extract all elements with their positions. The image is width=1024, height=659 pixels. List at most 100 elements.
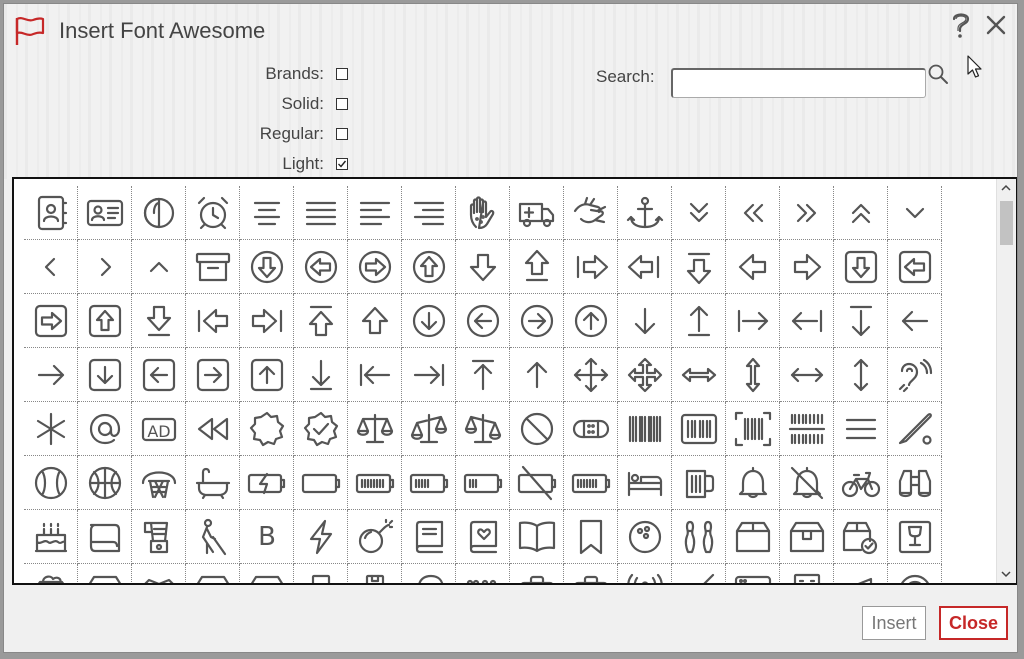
icon-cell-at[interactable]: [78, 402, 132, 456]
icon-cell-arrow-left[interactable]: [888, 294, 942, 348]
icon-cell-arrow-alt-circle-left[interactable]: [294, 240, 348, 294]
icon-cell-adjust[interactable]: [132, 186, 186, 240]
icon-cell-arrow-up[interactable]: [510, 348, 564, 402]
icon-cell-balance-scale-left[interactable]: [402, 402, 456, 456]
icon-cell-badge-check[interactable]: [294, 402, 348, 456]
icon-cell-arrows-alt-h[interactable]: [672, 348, 726, 402]
icon-cell-arrow-to-bottom[interactable]: [294, 348, 348, 402]
icon-cell-arrow-right[interactable]: [24, 348, 78, 402]
icon-cell-align-right[interactable]: [402, 186, 456, 240]
icon-cell-battery-half[interactable]: [402, 456, 456, 510]
icon-cell-arrow-square-up[interactable]: [240, 348, 294, 402]
icon-cell-ban[interactable]: [510, 402, 564, 456]
icon-cell-bomb[interactable]: [348, 510, 402, 564]
icon-cell-battery-slash[interactable]: [510, 456, 564, 510]
icon-cell-angle-left[interactable]: [24, 240, 78, 294]
icon-cell-american-sign-language-interpreting[interactable]: [564, 186, 618, 240]
icon-cell-angle-double-down[interactable]: [672, 186, 726, 240]
close-button[interactable]: Close: [939, 606, 1008, 640]
icon-cell-assistive-listening-systems[interactable]: [888, 348, 942, 402]
icon-cell-arrow-alt-to-right[interactable]: [240, 294, 294, 348]
icon-cell-arrow-circle-right[interactable]: [510, 294, 564, 348]
icon-cell-angle-double-right[interactable]: [780, 186, 834, 240]
icon-cell-arrow-alt-from-left[interactable]: [564, 240, 618, 294]
icon-cell-arrow-alt-up[interactable]: [348, 294, 402, 348]
icon-cell-arrow-alt-circle-up[interactable]: [402, 240, 456, 294]
icon-cell-align-justify[interactable]: [294, 186, 348, 240]
icon-cell-blanket[interactable]: [78, 510, 132, 564]
icon-cell-box-full[interactable]: [24, 564, 78, 583]
icon-cell-arrow-alt-square-down[interactable]: [834, 240, 888, 294]
icon-cell-arrow-from-right[interactable]: [780, 294, 834, 348]
icon-cell-arrows[interactable]: [564, 348, 618, 402]
option-brands-checkbox[interactable]: [336, 68, 348, 80]
icon-cell-arrow-square-left[interactable]: [132, 348, 186, 402]
icon-cell-align-center[interactable]: [240, 186, 294, 240]
icon-cell-arrows-alt[interactable]: [618, 348, 672, 402]
icon-cell-browser[interactable]: [726, 564, 780, 583]
icon-cell-braille[interactable]: [456, 564, 510, 583]
icon-cell-bicycle[interactable]: [834, 456, 888, 510]
icon-cell-arrow-alt-from-bottom[interactable]: [510, 240, 564, 294]
icon-cell-blind[interactable]: [186, 510, 240, 564]
icon-cell-arrow-alt-circle-down[interactable]: [240, 240, 294, 294]
icon-cell-box-usd[interactable]: [240, 564, 294, 583]
icon-cell-box-up[interactable]: [186, 564, 240, 583]
icon-cell-briefcase-medical[interactable]: [564, 564, 618, 583]
icon-cell-battery-three-quarters[interactable]: [564, 456, 618, 510]
icon-cell-angle-down[interactable]: [888, 186, 942, 240]
icon-cell-broadcast-tower[interactable]: [618, 564, 672, 583]
scroll-up-arrow-icon[interactable]: [1000, 182, 1012, 194]
icon-cell-ambulance[interactable]: [510, 186, 564, 240]
icon-cell-badge[interactable]: [240, 402, 294, 456]
icon-cell-arrow-from-left[interactable]: [726, 294, 780, 348]
icon-cell-arrow-down[interactable]: [618, 294, 672, 348]
icon-cell-backward[interactable]: [186, 402, 240, 456]
scroll-thumb[interactable]: [1000, 201, 1013, 245]
icon-cell-binoculars[interactable]: [888, 456, 942, 510]
icon-cell-angle-double-up[interactable]: [834, 186, 888, 240]
icon-cell-angle-double-left[interactable]: [726, 186, 780, 240]
icon-cell-address-card[interactable]: [78, 186, 132, 240]
option-regular-checkbox[interactable]: [336, 128, 348, 140]
icon-cell-address-book[interactable]: [24, 186, 78, 240]
icon-cell-angle-up[interactable]: [132, 240, 186, 294]
icon-cell-alarm-clock[interactable]: [186, 186, 240, 240]
icon-cell-bowling-ball[interactable]: [618, 510, 672, 564]
icon-cell-book-heart[interactable]: [456, 510, 510, 564]
icon-cell-arrow-square-down[interactable]: [78, 348, 132, 402]
icon-cell-arrow-circle-down[interactable]: [402, 294, 456, 348]
icon-cell-arrow-circle-left[interactable]: [456, 294, 510, 348]
icon-cell-basketball-hoop[interactable]: [132, 456, 186, 510]
icon-cell-arrow-alt-square-right[interactable]: [24, 294, 78, 348]
icon-cell-building[interactable]: [780, 564, 834, 583]
icon-cell-barcode-alt[interactable]: [672, 402, 726, 456]
icon-cell-book[interactable]: [402, 510, 456, 564]
icon-cell-arrow-alt-circle-right[interactable]: [348, 240, 402, 294]
icon-cell-barcode-scan[interactable]: [780, 402, 834, 456]
icon-cell-bullhorn[interactable]: [834, 564, 888, 583]
icon-cell-arrow-alt-to-bottom[interactable]: [132, 294, 186, 348]
icon-cell-box-check[interactable]: [834, 510, 888, 564]
icon-cell-boxing-glove[interactable]: [402, 564, 456, 583]
icon-cell-allergies[interactable]: [456, 186, 510, 240]
icon-cell-barcode-read[interactable]: [726, 402, 780, 456]
icon-cell-align-left[interactable]: [348, 186, 402, 240]
icon-cell-arrows-alt-v[interactable]: [726, 348, 780, 402]
icon-cell-arrow-alt-down[interactable]: [456, 240, 510, 294]
icon-cell-bold[interactable]: B: [240, 510, 294, 564]
icon-cell-battery-empty[interactable]: [294, 456, 348, 510]
icon-cell-arrow-alt-from-top[interactable]: [672, 240, 726, 294]
icon-cell-bolt[interactable]: [294, 510, 348, 564]
icon-cell-arrow-alt-from-right[interactable]: [618, 240, 672, 294]
icon-cell-bath[interactable]: [186, 456, 240, 510]
icon-cell-box-open[interactable]: [132, 564, 186, 583]
option-solid-checkbox[interactable]: [336, 98, 348, 110]
icon-cell-blender[interactable]: [132, 510, 186, 564]
icon-cell-bookmark[interactable]: [564, 510, 618, 564]
icon-cell-bowling-pins[interactable]: [672, 510, 726, 564]
icon-cell-bed[interactable]: [618, 456, 672, 510]
icon-cell-baseball-ball[interactable]: [24, 456, 78, 510]
scroll-down-arrow-icon[interactable]: [1000, 568, 1012, 580]
icon-cell-arrow-square-right[interactable]: [186, 348, 240, 402]
